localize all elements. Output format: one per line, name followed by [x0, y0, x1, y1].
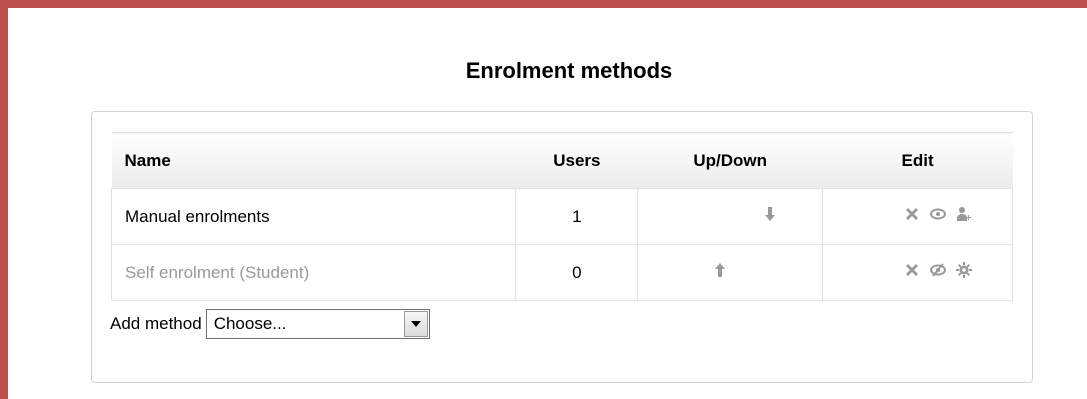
- add-method-select[interactable]: Choose...: [205, 309, 430, 339]
- edit-cell: [822, 244, 1013, 301]
- add-method-label: Add method: [110, 314, 202, 333]
- delete-icon[interactable]: [904, 206, 920, 227]
- method-name: Self enrolment (Student): [110, 244, 517, 301]
- header-updown: Up/Down: [637, 132, 823, 189]
- table-row: Self enrolment (Student) 0: [110, 244, 1013, 301]
- select-value: Choose...: [213, 314, 287, 333]
- enrolment-methods-table: Name Users Up/Down Edit Manual enrolment…: [110, 132, 1013, 301]
- updown-cell: [637, 244, 824, 301]
- delete-icon[interactable]: [904, 262, 920, 283]
- eye-icon[interactable]: [929, 206, 946, 227]
- gear-icon[interactable]: [955, 262, 972, 283]
- down-icon[interactable]: [762, 206, 778, 227]
- eye-slash-icon[interactable]: [929, 262, 946, 283]
- chevron-down-icon: [410, 321, 421, 327]
- page-title: Enrolment methods: [465, 58, 673, 83]
- header-name: Name: [111, 132, 516, 189]
- header-edit: Edit: [822, 132, 1013, 189]
- up-icon[interactable]: [712, 262, 728, 283]
- table-row: Manual enrolments 1: [110, 188, 1013, 245]
- enrolment-methods-box: Name Users Up/Down Edit Manual enrolment…: [91, 111, 1033, 383]
- dropdown-button[interactable]: [403, 311, 428, 337]
- header-users: Users: [515, 132, 638, 189]
- page: Enrolment methods Name Users Up/Down Edi…: [8, 8, 1087, 399]
- edit-cell: [822, 188, 1013, 245]
- enrol-users-icon[interactable]: [956, 206, 972, 227]
- users-count: 0: [515, 244, 639, 301]
- updown-cell: [637, 188, 824, 245]
- table-header-row: Name Users Up/Down Edit: [111, 132, 1013, 189]
- add-method-row: Add method Choose...: [110, 309, 430, 339]
- users-count: 1: [515, 188, 639, 245]
- method-name: Manual enrolments: [110, 188, 517, 245]
